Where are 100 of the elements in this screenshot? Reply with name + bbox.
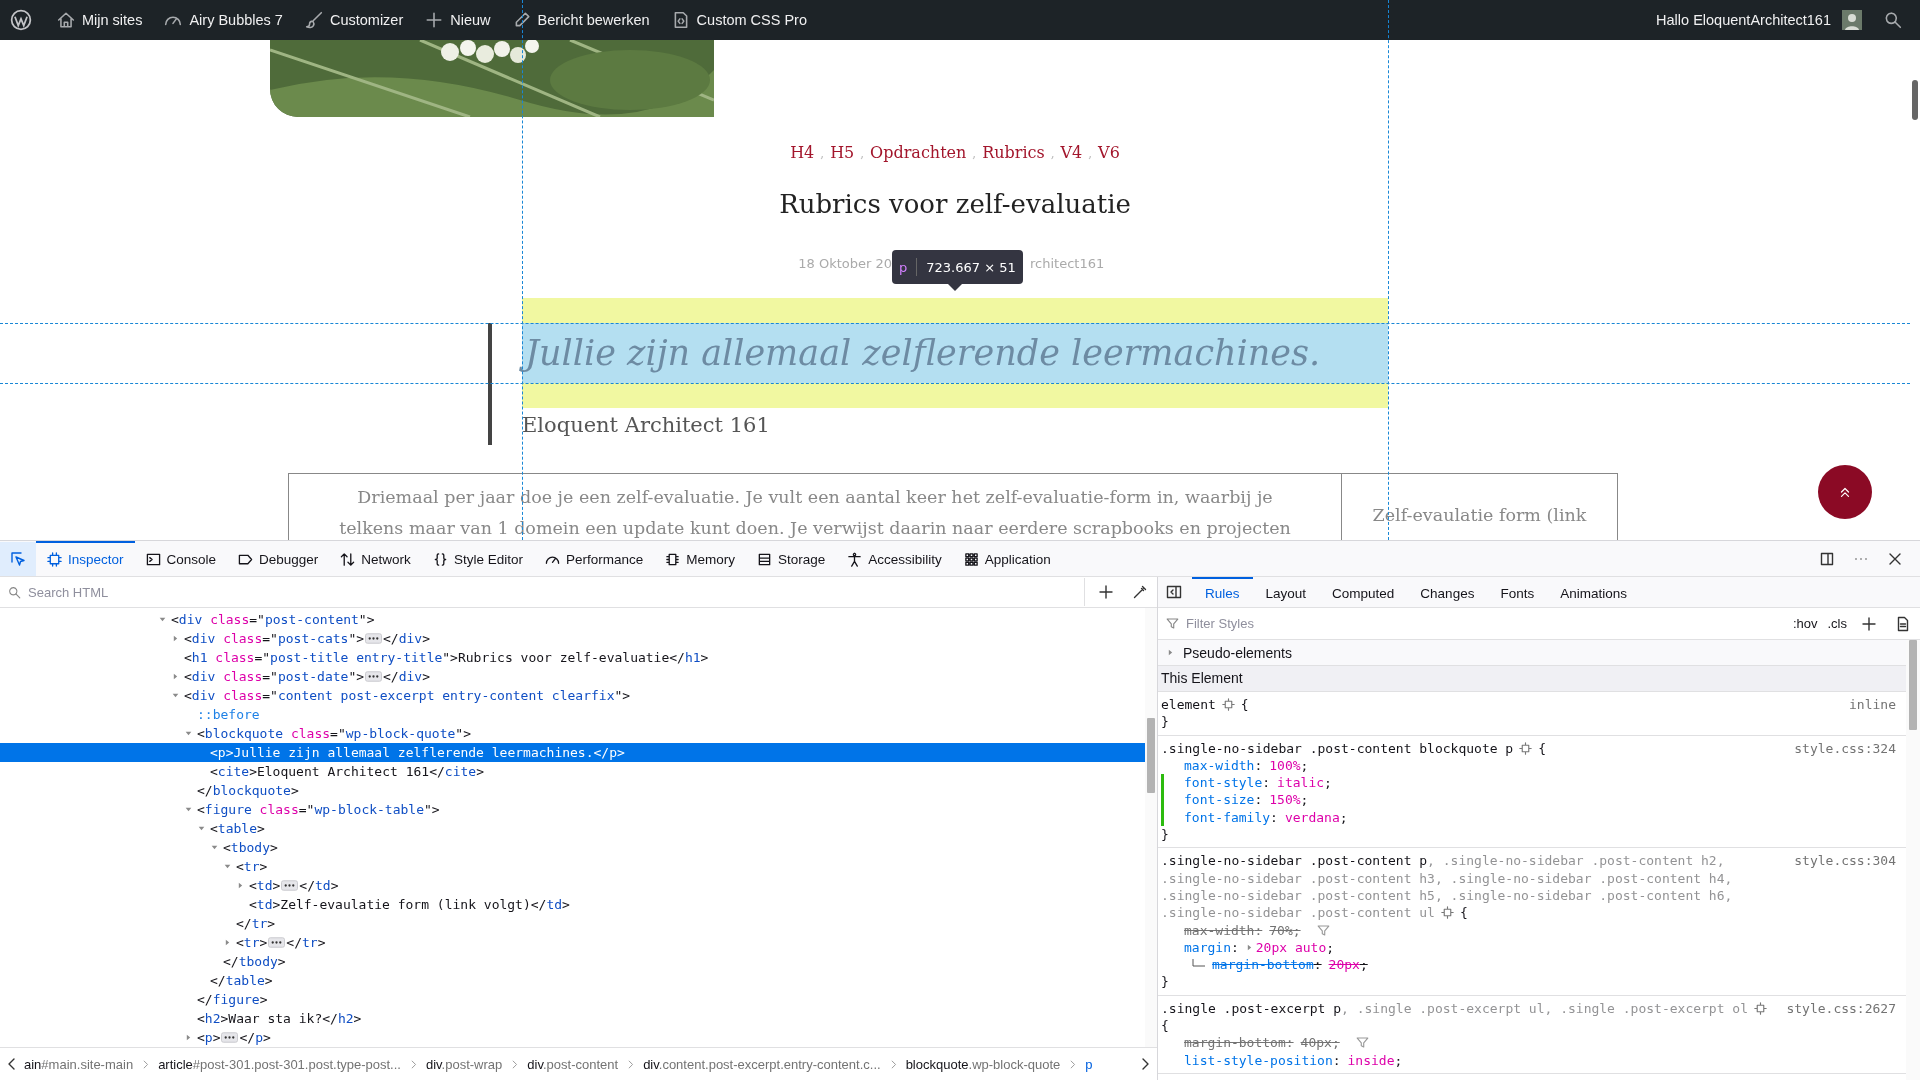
devtools-tab[interactable]: Memory bbox=[654, 541, 746, 576]
admin-bar-item[interactable]: Mijn sites bbox=[46, 0, 154, 40]
eyedropper-icon[interactable] bbox=[1132, 584, 1148, 600]
sidebar-tab[interactable]: Animations bbox=[1547, 577, 1640, 607]
scroll-to-top-button[interactable] bbox=[1818, 465, 1872, 519]
css-declaration[interactable]: list-style-position: inside; bbox=[1161, 1051, 1896, 1069]
css-declaration[interactable]: margin-bottom: 40px; bbox=[1161, 1034, 1896, 1052]
devtools-tab[interactable]: Debugger bbox=[227, 541, 330, 576]
breadcrumb[interactable]: div.post-content bbox=[527, 1056, 619, 1072]
caret-right-icon[interactable] bbox=[236, 881, 245, 890]
sidebar-tab[interactable]: Changes bbox=[1407, 577, 1488, 607]
markup-line[interactable]: <div class="post-content"> bbox=[0, 610, 1145, 629]
markup-line[interactable]: <table> bbox=[0, 819, 1145, 838]
markup-line[interactable]: <h1 class="post-title entry-title">Rubrics voor zelf-evaluatie</h1> bbox=[0, 648, 1145, 667]
caret-right-icon[interactable] bbox=[223, 938, 232, 947]
devtools-tab[interactable]: Accessibility bbox=[836, 541, 953, 576]
scrollbar-thumb[interactable] bbox=[1147, 718, 1155, 793]
pseudo-elements-header[interactable]: Pseudo-elements bbox=[1158, 640, 1906, 666]
markup-line[interactable]: <tbody> bbox=[0, 838, 1145, 857]
admin-bar-item[interactable]: Customizer bbox=[293, 0, 415, 40]
markup-line[interactable]: <td>Zelf-evaulatie form (link volgt)</td> bbox=[0, 895, 1145, 914]
breadcrumb[interactable]: ain#main.site-main bbox=[24, 1056, 134, 1072]
ellipsis-icon[interactable] bbox=[281, 880, 299, 891]
css-selector[interactable]: .single-no-sidebar .post-content blockquote p { bbox=[1161, 739, 1783, 757]
category-link[interactable]: H5 bbox=[830, 141, 855, 165]
devtools-tab[interactable]: Performance bbox=[533, 541, 655, 576]
caret-down-icon[interactable] bbox=[171, 691, 180, 700]
caret-right-icon[interactable] bbox=[184, 1033, 193, 1042]
ellipsis-icon[interactable] bbox=[221, 1032, 239, 1043]
search-icon[interactable] bbox=[1884, 11, 1902, 29]
target-icon[interactable] bbox=[1519, 741, 1533, 755]
source-link[interactable]: inline bbox=[1849, 696, 1896, 714]
toggle-button[interactable]: :hov bbox=[1787, 616, 1823, 631]
breadcrumb[interactable]: div.content.post-excerpt.entry-content.c... bbox=[643, 1056, 881, 1072]
caret-down-icon[interactable] bbox=[184, 729, 193, 738]
category-link[interactable]: Opdrachten bbox=[870, 141, 967, 165]
plus-icon[interactable] bbox=[1861, 615, 1877, 632]
devtools-tab[interactable]: Console bbox=[134, 541, 228, 576]
sidebar-tab[interactable]: Fonts bbox=[1487, 577, 1548, 607]
css-declaration[interactable]: font-family: verdana; bbox=[1161, 808, 1896, 827]
markup-line[interactable]: </tr> bbox=[0, 914, 1145, 933]
sidebar-tab[interactable]: Rules bbox=[1192, 577, 1253, 607]
sidebar-tab[interactable]: Layout bbox=[1252, 577, 1320, 607]
logo-icon[interactable] bbox=[10, 9, 32, 31]
target-icon[interactable] bbox=[1221, 698, 1235, 711]
markup-line[interactable]: <tr> </tr> bbox=[0, 933, 1145, 952]
scrollbar-thumb[interactable] bbox=[1912, 80, 1918, 120]
markup-line[interactable]: <h2>Waar sta ik?</h2> bbox=[0, 1009, 1145, 1028]
devtools-tab[interactable]: Storage bbox=[745, 541, 837, 576]
dock-icon[interactable] bbox=[1819, 550, 1835, 567]
admin-bar-item[interactable]: Custom CSS Pro bbox=[660, 0, 818, 40]
breadcrumb[interactable]: blockquote.wp-block-quote bbox=[905, 1056, 1061, 1072]
markup-line[interactable]: ::before bbox=[0, 705, 1145, 724]
breadcrumb[interactable]: div.post-wrap bbox=[425, 1056, 503, 1072]
markup-line[interactable]: <td> </td> bbox=[0, 876, 1145, 895]
css-selector[interactable]: element { bbox=[1161, 696, 1838, 714]
caret-right-icon[interactable] bbox=[171, 672, 180, 681]
markup-line[interactable]: </blockquote> bbox=[0, 781, 1145, 800]
plus-icon[interactable] bbox=[1098, 584, 1114, 600]
source-link[interactable]: style.css:304 bbox=[1794, 852, 1896, 870]
markup-line[interactable]: <div class="content post-excerpt entry-content clearfix"> bbox=[0, 686, 1145, 705]
css-selector[interactable]: .single-no-sidebar .post-content p, .single-no-sidebar .post-content h2, .single-no-sidebar .post-content h3, .single-no-sidebar .post-content h4, .single-no-sidebar .post-content h5, .single-no-sidebar .post-content h6, .single-no-sidebar .post-content ul { bbox=[1161, 852, 1783, 922]
markup-line[interactable]: </tbody> bbox=[0, 952, 1145, 971]
css-declaration[interactable]: margin-bottom: 20px; bbox=[1161, 956, 1896, 974]
admin-bar-item[interactable]: Bericht bewerken bbox=[501, 0, 661, 40]
css-declaration[interactable]: font-style: italic; bbox=[1161, 774, 1896, 792]
sidebar-toggle-icon[interactable] bbox=[1166, 584, 1182, 600]
category-link[interactable]: Rubrics bbox=[982, 141, 1045, 165]
filter-field[interactable]: Filter Styles bbox=[1184, 615, 1788, 632]
markup-line[interactable]: <p> </p> bbox=[0, 1028, 1145, 1047]
caret-right-icon[interactable] bbox=[171, 634, 180, 643]
category-link[interactable]: V6 bbox=[1098, 141, 1120, 165]
markup-line[interactable]: <cite>Eloquent Architect 161</cite> bbox=[0, 762, 1145, 781]
markup-line[interactable]: </table> bbox=[0, 971, 1145, 990]
markup-line[interactable]: </figure> bbox=[0, 990, 1145, 1009]
css-declaration[interactable]: margin: 20px auto; bbox=[1161, 938, 1896, 957]
ellipsis-icon[interactable] bbox=[365, 671, 383, 682]
caret-down-icon[interactable] bbox=[197, 824, 206, 833]
document-icon[interactable] bbox=[1895, 615, 1911, 632]
devtools-tab[interactable]: Inspector bbox=[36, 541, 135, 576]
caret-down-icon[interactable] bbox=[158, 615, 167, 624]
css-declaration[interactable]: font-size: 150%; bbox=[1161, 791, 1896, 809]
source-link[interactable]: style.css:324 bbox=[1794, 739, 1896, 757]
ellipsis-icon[interactable] bbox=[365, 633, 383, 644]
category-link[interactable]: V4 bbox=[1060, 141, 1083, 165]
css-declaration[interactable]: max-width: 100%; bbox=[1161, 756, 1896, 775]
account-menu[interactable]: Hallo EloquentArchitect161 bbox=[1645, 0, 1842, 40]
filter-icon[interactable] bbox=[1316, 923, 1330, 937]
scrollbar-thumb[interactable] bbox=[1909, 640, 1917, 730]
markup-line[interactable]: <tr> bbox=[0, 857, 1145, 876]
caret-down-icon[interactable] bbox=[223, 862, 232, 871]
breadcrumb[interactable]: p bbox=[1085, 1056, 1093, 1072]
devtools-tab[interactable]: Application bbox=[952, 541, 1062, 576]
markup-line[interactable]: <div class="post-cats"> </div> bbox=[0, 629, 1145, 648]
target-icon[interactable] bbox=[1440, 906, 1454, 920]
admin-bar-item[interactable]: Nieuw bbox=[414, 0, 502, 40]
breadcrumb[interactable]: article#post-301.post-301.post.type-post... bbox=[158, 1056, 401, 1072]
caret-down-icon[interactable] bbox=[210, 843, 219, 852]
search-field[interactable]: Search HTML bbox=[26, 583, 1084, 601]
source-link[interactable]: style.css:2627 bbox=[1786, 999, 1896, 1018]
